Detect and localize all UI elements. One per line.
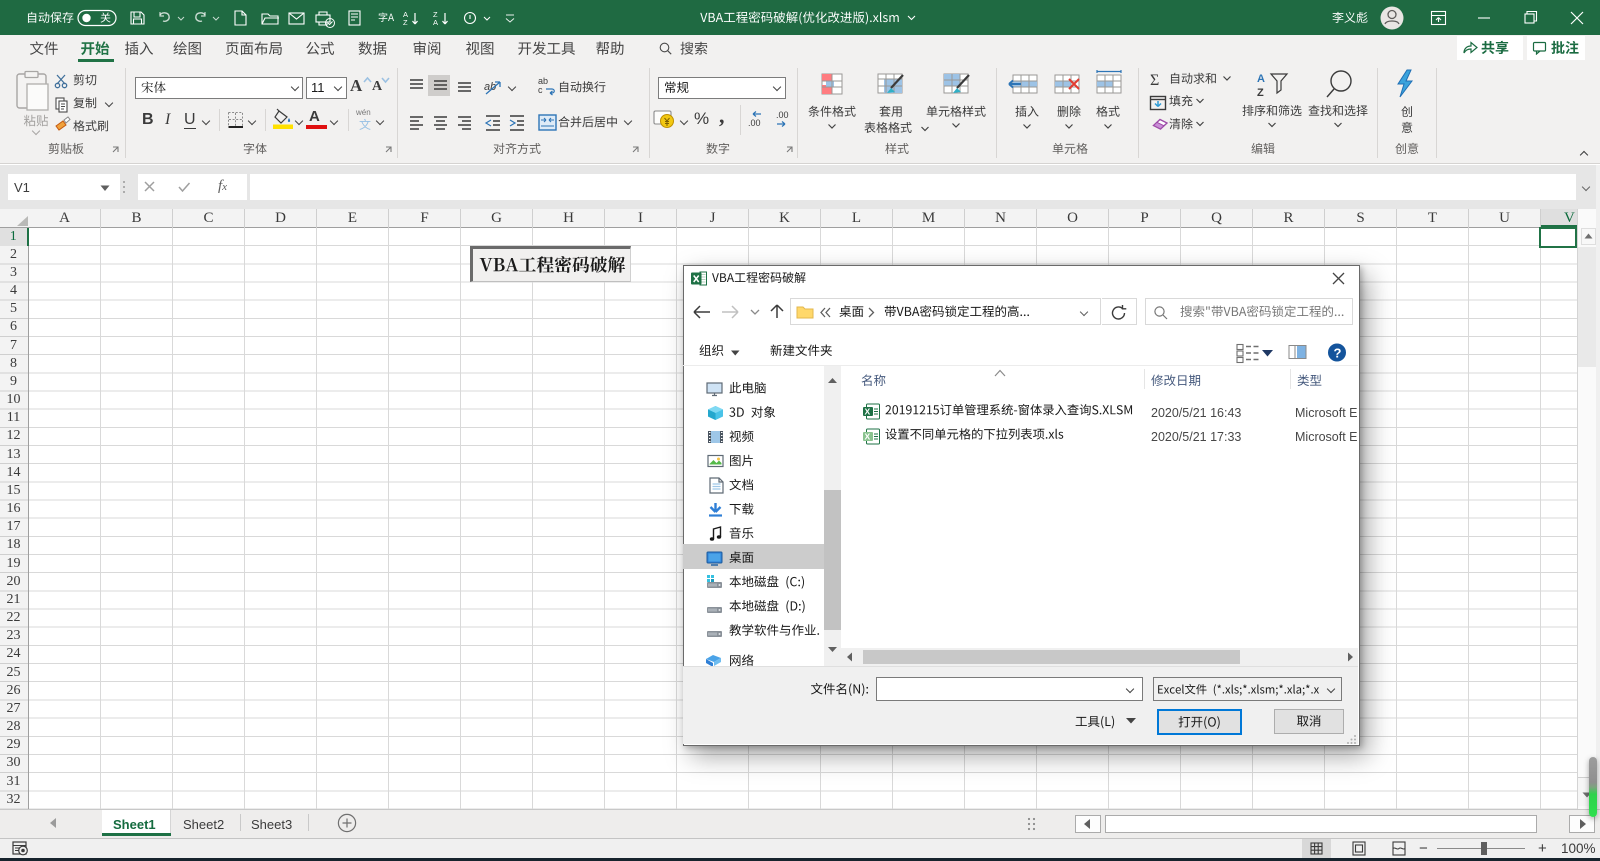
svg-text:X: X bbox=[865, 406, 871, 416]
svg-text:X: X bbox=[865, 431, 871, 441]
svg-text:A: A bbox=[1257, 73, 1265, 85]
svg-text:Σ: Σ bbox=[1150, 72, 1159, 89]
svg-text:Z: Z bbox=[1257, 87, 1264, 99]
svg-text:?: ? bbox=[1334, 345, 1342, 360]
